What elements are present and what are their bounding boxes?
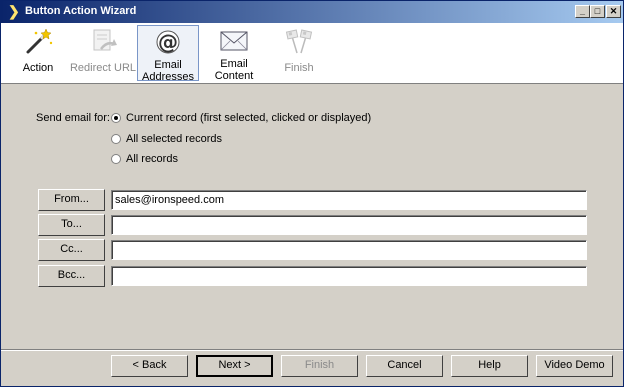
cc-button[interactable]: Cc...	[38, 239, 105, 261]
video-demo-button[interactable]: Video Demo	[536, 355, 613, 377]
magic-wand-icon	[26, 28, 53, 54]
close-button[interactable]: ✕	[606, 5, 621, 18]
radio-button-checked[interactable]	[111, 113, 121, 123]
footer-separator	[1, 349, 623, 351]
radio-all-selected-records-label: All selected records	[126, 133, 222, 145]
radio-current-record[interactable]: Current record (first selected, clicked …	[111, 112, 371, 124]
radio-current-record-label: Current record (first selected, clicked …	[126, 112, 372, 124]
finish-button[interactable]: Finish	[281, 355, 358, 377]
wizard-window: ❯ Button Action Wizard _ □ ✕ Action Redi…	[0, 0, 624, 387]
maximize-icon: □	[594, 6, 601, 16]
radio-button[interactable]	[111, 154, 121, 164]
step-email-content[interactable]: Email Content	[205, 25, 263, 82]
cancel-button[interactable]: Cancel	[366, 355, 443, 377]
minimize-icon: _	[579, 6, 585, 16]
window-title: Button Action Wizard	[25, 5, 137, 17]
minimize-button[interactable]: _	[575, 5, 590, 18]
at-sign-icon: @	[156, 30, 180, 54]
step-finish[interactable]: Finish	[273, 25, 325, 81]
close-icon: ✕	[609, 6, 618, 16]
step-redirect-url-label: Redirect URL	[69, 62, 137, 74]
radio-all-records-label: All records	[126, 153, 178, 165]
from-field[interactable]: sales@ironspeed.com	[111, 190, 587, 210]
checkered-flag-icon	[285, 29, 313, 54]
bcc-field[interactable]	[111, 266, 587, 286]
bcc-button[interactable]: Bcc...	[38, 265, 105, 287]
next-button[interactable]: Next >	[196, 355, 273, 377]
svg-text:@: @	[158, 30, 178, 54]
radio-all-selected-records[interactable]: All selected records	[111, 133, 222, 145]
step-email-content-label: Email Content	[214, 58, 254, 82]
envelope-icon	[220, 31, 248, 51]
redirect-url-icon	[93, 29, 117, 51]
app-icon: ❯	[8, 3, 20, 19]
wizard-steps-bar: Action Redirect URL @ Email Addresses Em…	[1, 23, 623, 84]
step-redirect-url[interactable]: Redirect URL	[69, 25, 137, 81]
radio-all-records[interactable]: All records	[111, 153, 178, 165]
back-button[interactable]: < Back	[111, 355, 188, 377]
title-bar[interactable]: ❯ Button Action Wizard _ □ ✕	[1, 1, 623, 23]
help-button[interactable]: Help	[451, 355, 528, 377]
step-action[interactable]: Action	[9, 25, 67, 81]
cc-field[interactable]	[111, 240, 587, 260]
step-action-label: Action	[22, 62, 54, 74]
step-email-addresses[interactable]: @ Email Addresses	[137, 25, 199, 83]
radio-button[interactable]	[111, 134, 121, 144]
step-email-addresses-label: Email Addresses	[142, 59, 194, 83]
to-button[interactable]: To...	[38, 214, 105, 236]
from-button[interactable]: From...	[38, 189, 105, 211]
send-email-label: Send email for:	[36, 112, 110, 124]
maximize-button[interactable]: □	[590, 5, 605, 18]
wizard-content: Send email for: Current record (first se…	[1, 84, 623, 348]
step-finish-label: Finish	[284, 62, 314, 74]
to-field[interactable]	[111, 215, 587, 235]
